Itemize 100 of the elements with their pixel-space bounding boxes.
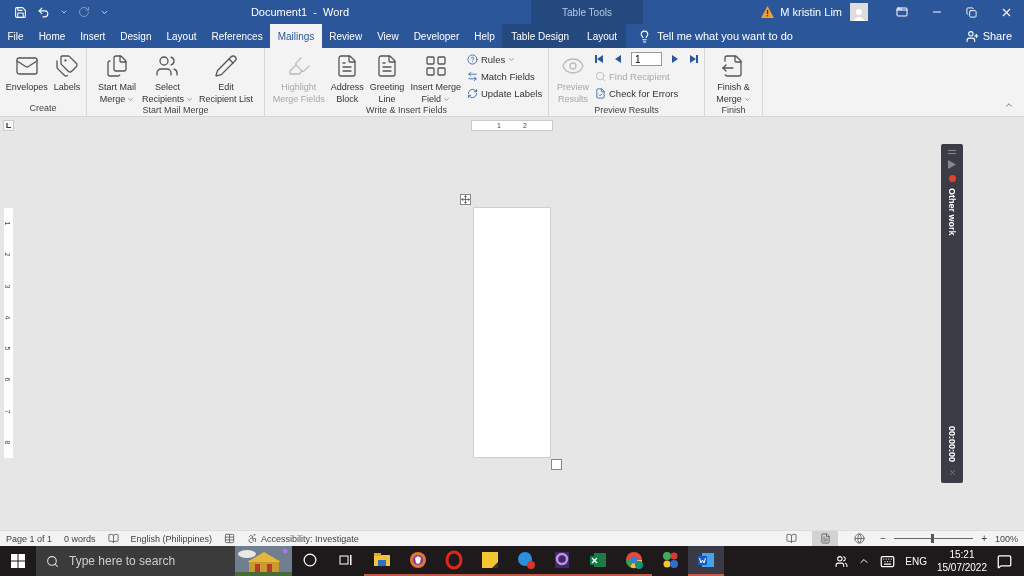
caret-icon (508, 55, 516, 63)
tag-icon (55, 54, 79, 78)
grip-icon[interactable] (948, 150, 956, 154)
undo-icon[interactable] (37, 5, 50, 19)
document-icon (819, 533, 831, 544)
envelope-icon (14, 54, 39, 78)
warning-icon (761, 6, 775, 18)
ribbon-tab[interactable]: Insert (72, 24, 113, 48)
arrows-icon (466, 70, 478, 82)
ribbon-button[interactable]: Rules (466, 51, 543, 67)
notification-icon[interactable] (997, 553, 1012, 569)
language[interactable]: English (Philippines) (130, 533, 213, 544)
grid-icon (423, 54, 448, 78)
ribbon-tab[interactable]: Layout (158, 24, 204, 48)
people-icon[interactable] (835, 554, 849, 568)
group-label: Start Mail Merge (142, 105, 209, 117)
zoom-in-button[interactable]: + (981, 533, 987, 544)
ribbon-button[interactable]: Start Mail Merge (95, 51, 138, 105)
clock[interactable]: 15:21 15/07/2022 (936, 548, 987, 574)
zoom-out-button[interactable]: − (880, 533, 887, 544)
ribbon-tab[interactable]: Help (466, 24, 503, 48)
ribbon-tab[interactable]: Review (321, 24, 370, 48)
pencil-icon (214, 54, 238, 78)
window-icon (895, 6, 908, 18)
book-icon (785, 533, 797, 544)
ribbon-button[interactable]: Edit Recipient List (197, 51, 256, 105)
move-handle[interactable] (460, 194, 471, 205)
refresh-icon (466, 87, 478, 99)
ribbon-tab[interactable]: Design (112, 24, 159, 48)
ribbon-button[interactable]: Envelopes (3, 51, 50, 93)
resize-handle[interactable] (551, 459, 562, 470)
zoom-level[interactable]: 100% (994, 533, 1018, 544)
ring-icon (444, 550, 464, 570)
ribbon-tab[interactable]: Home (31, 24, 73, 48)
ribbon-button[interactable]: Update Labels (466, 85, 543, 101)
caret-icon (442, 95, 450, 103)
word-count[interactable]: 0 words (64, 533, 96, 544)
ribbon-button[interactable]: Labels (51, 51, 83, 93)
play-icon[interactable] (948, 160, 956, 169)
input-language[interactable]: ENG (905, 555, 927, 567)
search-icon (46, 554, 59, 568)
search-box[interactable]: Type here to search (36, 546, 292, 576)
ribbon-tab[interactable]: File (0, 24, 32, 48)
restore-icon (966, 6, 977, 18)
book-icon[interactable] (107, 533, 119, 544)
collapse-icon[interactable] (1004, 100, 1014, 110)
accessibility-status[interactable]: Accessibility: Investigate (261, 533, 359, 544)
browser-icon (624, 550, 644, 570)
caret-icon (127, 95, 135, 103)
keyboard-icon[interactable] (880, 553, 896, 569)
spreadsheet-icon (588, 550, 608, 570)
caret-icon (743, 95, 751, 103)
question-icon (466, 53, 478, 65)
caret-icon[interactable] (60, 8, 68, 16)
ribbon-tab[interactable]: Layout (578, 24, 627, 48)
ribbon-button[interactable]: Select Recipients (139, 51, 195, 105)
accessibility-icon[interactable] (247, 533, 259, 544)
ribbon-button[interactable]: Match Fields (466, 68, 543, 84)
circle-icon (303, 553, 317, 567)
first-record-icon[interactable] (595, 54, 605, 64)
shield-icon (408, 550, 428, 570)
user-name[interactable]: M kristin Lim (780, 6, 842, 18)
tab-stop-icon[interactable] (2, 120, 14, 131)
swirl-icon (552, 550, 572, 570)
record-field[interactable]: 1 (631, 52, 662, 66)
last-record-icon[interactable] (688, 54, 698, 64)
record-dot[interactable] (948, 175, 956, 182)
ribbon-tab[interactable]: References (204, 24, 271, 48)
ribbon-tab[interactable]: Mailings (270, 24, 322, 48)
ribbon-button[interactable]: Address Block (328, 51, 366, 105)
ribbon-tab[interactable]: View (369, 24, 407, 48)
chat-bubble-icon (516, 550, 536, 570)
note-icon (480, 550, 500, 570)
close-icon[interactable] (947, 468, 957, 477)
caret-icon (186, 95, 193, 103)
view-button[interactable] (812, 531, 839, 546)
next-record-icon[interactable] (670, 54, 680, 64)
task-view-icon (339, 553, 353, 567)
ribbon-button[interactable]: Insert Merge Field (408, 51, 463, 105)
document-check-icon (595, 87, 606, 99)
ribbon-button[interactable]: Check for Errors (595, 85, 698, 101)
page-count[interactable]: Page 1 of 1 (6, 533, 53, 544)
globe-icon (853, 533, 865, 544)
ribbon-button[interactable]: Greeting Line (367, 51, 407, 105)
person-plus-icon (965, 29, 979, 43)
table-icon[interactable] (224, 533, 236, 544)
task-label: Other work (946, 188, 958, 236)
four-squares-icon (11, 554, 25, 568)
save-icon[interactable] (14, 5, 27, 19)
search-field[interactable]: Type here to search (67, 553, 217, 569)
group-label: Preview Results (594, 105, 659, 117)
window-title: Document1 - Word (250, 6, 351, 18)
people-icon (155, 54, 180, 78)
previous-record-icon[interactable] (613, 54, 623, 64)
table-cell[interactable] (473, 207, 551, 458)
share-button[interactable]: Share (953, 24, 1024, 48)
ribbon-button[interactable]: Finish & Merge (714, 51, 753, 105)
tell-me-field[interactable]: Tell me what you want to do (626, 24, 805, 48)
ribbon-tab[interactable]: Developer (406, 24, 467, 48)
ribbon-tab[interactable]: Table Design (502, 24, 579, 48)
